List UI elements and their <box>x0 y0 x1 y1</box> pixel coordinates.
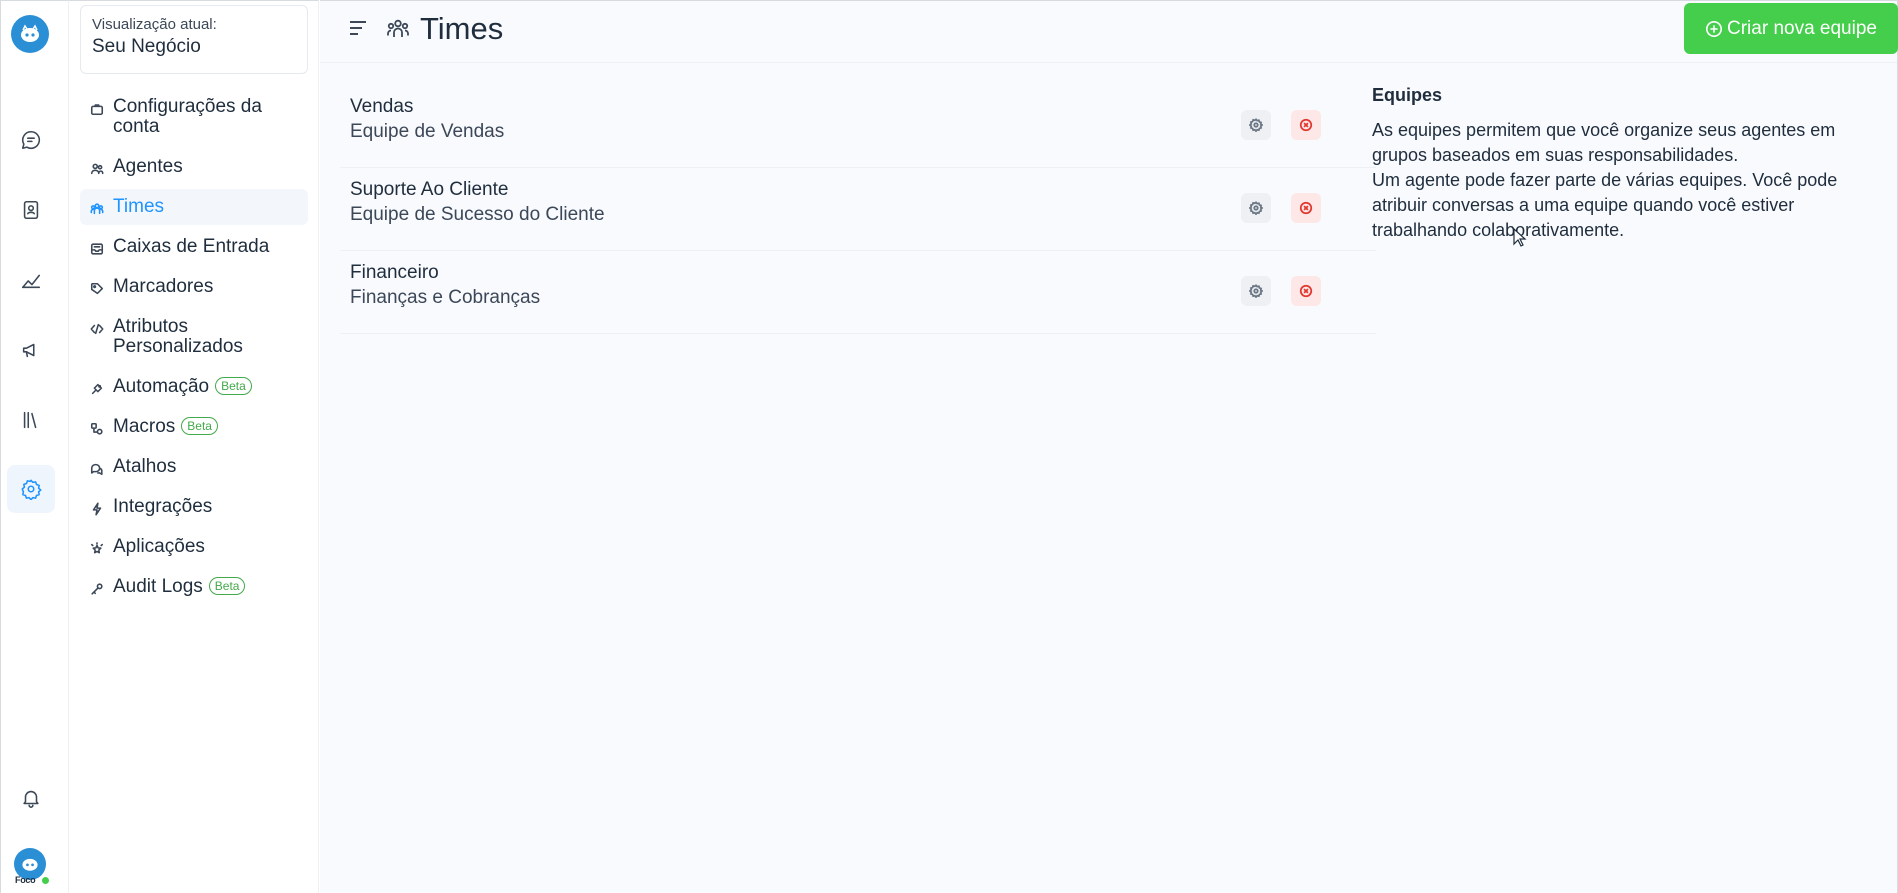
sidebar-item-canned-responses[interactable]: Atalhos <box>80 449 308 485</box>
sidebar-item-label: Integrações <box>113 496 213 517</box>
sidebar-item-custom-attributes[interactable]: Atributos Personalizados <box>80 309 308 365</box>
sidebar-item-label: Marcadores <box>113 276 214 297</box>
chat-multiple-icon <box>90 461 104 476</box>
key-icon <box>90 581 104 595</box>
tag-icon <box>90 281 104 295</box>
sidebar-item-macros[interactable]: Macros Beta <box>80 409 308 445</box>
settings-nav: Configurações da conta Agentes Times Cai… <box>80 89 308 609</box>
close-circle-icon <box>1299 284 1313 298</box>
create-team-button[interactable]: Criar nova equipe <box>1684 3 1898 54</box>
library-icon[interactable] <box>7 396 55 444</box>
main-content: Times Criar nova equipe Vendas Equipe de… <box>320 0 1898 893</box>
account-switcher-label: Visualização atual: <box>92 16 217 33</box>
gear-icon <box>1249 201 1263 215</box>
create-team-button-label: Criar nova equipe <box>1727 17 1877 39</box>
edit-team-button[interactable] <box>1241 110 1271 140</box>
campaigns-megaphone-icon[interactable] <box>7 326 55 374</box>
sidebar-item-labels[interactable]: Marcadores <box>80 269 308 305</box>
sidebar-item-label: Configurações da conta <box>113 96 262 137</box>
people-team-icon <box>90 201 104 215</box>
sidebar-item-teams[interactable]: Times <box>80 189 308 225</box>
help-paragraph: As equipes permitem que você organize se… <box>1372 120 1836 165</box>
beta-badge: Beta <box>181 417 218 435</box>
mouse-cursor-icon <box>1513 227 1527 253</box>
sidebar-item-label: Atributos Personalizados <box>113 316 243 357</box>
table-row: Vendas Equipe de Vendas <box>340 85 1376 168</box>
gear-icon <box>1249 118 1263 132</box>
primary-rail: Foco <box>0 0 69 893</box>
help-panel: Equipes As equipes permitem que você org… <box>1372 85 1872 243</box>
flash-icon <box>90 501 104 516</box>
sidebar-item-label: Agentes <box>113 156 183 177</box>
add-circle-icon <box>1705 20 1723 37</box>
contacts-icon[interactable] <box>7 186 55 234</box>
table-row: Suporte Ao Cliente Equipe de Sucesso do … <box>340 168 1376 251</box>
edit-team-button[interactable] <box>1241 276 1271 306</box>
people-icon <box>90 161 104 175</box>
menu-toggle-icon[interactable] <box>350 21 366 35</box>
conversations-icon[interactable] <box>7 116 55 164</box>
table-row: Financeiro Finanças e Cobranças <box>340 251 1376 334</box>
sidebar-item-label: Aplicações <box>113 536 205 557</box>
automation-icon <box>90 381 104 395</box>
avatar-label: Foco <box>15 875 36 885</box>
delete-team-button[interactable] <box>1291 193 1321 223</box>
app-logo-icon[interactable] <box>11 15 49 53</box>
sidebar-item-label: Atalhos <box>113 456 177 477</box>
code-icon <box>90 321 104 335</box>
beta-badge: Beta <box>215 377 252 395</box>
mail-inbox-icon <box>90 241 104 255</box>
sidebar-item-automation[interactable]: Automação Beta <box>80 369 308 405</box>
page-header: Times Criar nova equipe <box>320 1 1898 63</box>
settings-gear-icon[interactable] <box>7 465 55 513</box>
sidebar-item-applications[interactable]: Aplicações <box>80 529 308 565</box>
help-title: Equipes <box>1372 85 1443 105</box>
team-description: Equipe de Vendas <box>350 121 505 142</box>
close-circle-icon <box>1299 201 1313 215</box>
star-emphasis-icon <box>90 541 104 555</box>
sidebar-item-label: Macros <box>113 416 176 437</box>
teams-list: Vendas Equipe de Vendas Suporte Ao Clien… <box>340 85 1376 334</box>
briefcase-icon <box>90 101 104 116</box>
sidebar-item-label: Audit Logs <box>113 576 203 597</box>
help-paragraph: Um agente pode fazer parte de várias equ… <box>1372 170 1838 240</box>
close-circle-icon <box>1299 118 1313 132</box>
team-description: Finanças e Cobranças <box>350 287 541 308</box>
settings-sidebar: Visualização atual: Seu Negócio Configur… <box>69 0 319 893</box>
sidebar-item-label: Caixas de Entrada <box>113 236 270 257</box>
online-status-dot <box>41 876 50 885</box>
reports-icon[interactable] <box>7 256 55 304</box>
sidebar-item-audit-logs[interactable]: Audit Logs Beta <box>80 569 308 605</box>
account-switcher[interactable]: Visualização atual: Seu Negócio <box>80 5 308 74</box>
team-name: Suporte Ao Cliente <box>350 179 509 200</box>
sidebar-item-account-settings[interactable]: Configurações da conta <box>80 89 308 145</box>
gear-icon <box>1249 284 1263 298</box>
notifications-bell-icon[interactable] <box>7 774 55 822</box>
sidebar-item-label: Automação <box>113 376 210 397</box>
team-description: Equipe de Sucesso do Cliente <box>350 204 605 225</box>
page-title: Times <box>420 11 504 46</box>
people-team-icon <box>386 17 410 46</box>
flowchart-icon <box>90 421 104 435</box>
sidebar-item-agents[interactable]: Agentes <box>80 149 308 185</box>
delete-team-button[interactable] <box>1291 276 1321 306</box>
sidebar-item-inboxes[interactable]: Caixas de Entrada <box>80 229 308 265</box>
delete-team-button[interactable] <box>1291 110 1321 140</box>
sidebar-item-label: Times <box>113 196 165 217</box>
account-switcher-value: Seu Negócio <box>92 36 201 57</box>
beta-badge: Beta <box>208 577 246 595</box>
sidebar-item-integrations[interactable]: Integrações <box>80 489 308 525</box>
edit-team-button[interactable] <box>1241 193 1271 223</box>
team-name: Financeiro <box>350 262 439 283</box>
team-name: Vendas <box>350 96 414 117</box>
